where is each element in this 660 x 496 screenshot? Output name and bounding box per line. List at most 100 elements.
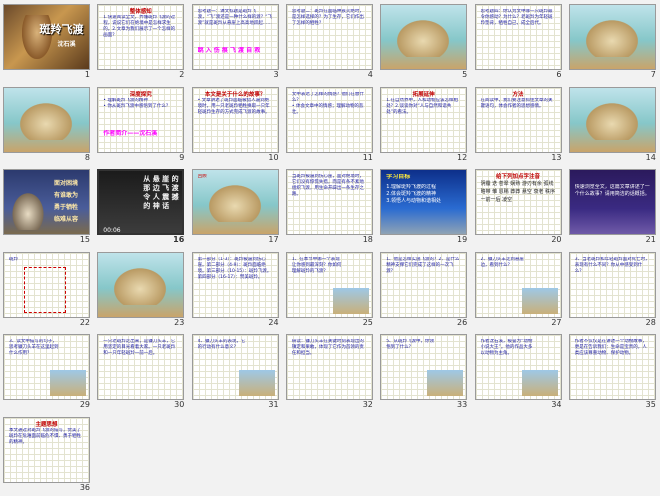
slide-text: 2、镰刀头羊走到悬崖边，看到什么？: [480, 256, 524, 268]
slide-text: 思考题一：课文标题是斑羚飞渡，“飞”渡还是一种什么样的渡？“飞渡”就是斑羚从悬崖…: [197, 9, 273, 26]
slide-thumbnail-35[interactable]: 作者不仅仅是在讲述一个动物故事，更是在告诉我们：生命是宝贵的，人类应该尊重动物、…: [566, 331, 660, 413]
slide-preview[interactable]: 2、镰刀头羊走到悬崖边，看到什么？: [474, 251, 562, 318]
slide-preview[interactable]: 作者沈石溪，被誉为“动物小说大王”。他的作品大多以动物为主角。: [474, 334, 562, 400]
slide-preview[interactable]: 快速浏览全文，这篇文章讲述了一个什么故事？请用简洁的话概括。: [568, 169, 656, 235]
slide-text: • 文章讲述了斑羚面临被猎人逼到绝境时，用一只老斑羚牺牲换取一只年轻斑羚生存的方…: [197, 97, 270, 115]
slide-preview[interactable]: 面对困境 有谁敢为 勇于牺牲 临难从容: [3, 169, 90, 235]
slide-preview[interactable]: 思考题二：斑羚在面临种族灭绝时，是怎样选择的？为了生存，它们作出了怎样的牺牲？: [285, 4, 373, 70]
slide-preview[interactable]: 当斑羚被逼到伤心崖，面对绝境时，它们没有惊慌失措，而是有条不紊地组织飞渡，用生命…: [285, 169, 373, 235]
slide-preview[interactable]: 文中表达了怎样的情感？他们在想什么？ • 体会文章中的情感；理解动物的悲壮。: [285, 86, 373, 153]
slide-preview[interactable]: 本文是关于什么的故事？ • 文章讲述了斑羚面临被猎人逼到绝境时，用一只老斑羚牺牲换…: [191, 86, 279, 153]
slide-number: 28: [645, 317, 656, 327]
slide-thumbnail-19[interactable]: 学习目标 1.理解斑羚飞渡的过程 2.体会斑羚飞渡的精神 3.领悟人与动物和谐相处…: [377, 166, 471, 248]
slide-preview[interactable]: 1、在本节中哪一个表现让你感到最深刻？你如何理解斑羚的飞渡？: [285, 251, 373, 318]
slide-thumbnail-17[interactable]: 回顾 17: [189, 166, 283, 248]
slide-preview[interactable]: 斑羚飞渡 沈石溪: [3, 4, 90, 70]
slide-preview[interactable]: 拓展延伸 1.在自然界中，人和动物应该怎样相处？2.谈谈你对“人与自然和谐共处”的…: [380, 86, 468, 153]
slide-preview[interactable]: 深度探究 • 理解斑羚飞渡的精神 • 你从斑羚飞渡中感悟到了什么？ 作者简介——沈石…: [97, 86, 185, 153]
slide-preview[interactable]: 3、读文中描写的句子，思考镰刀头羊在这里起到什么作用？: [3, 334, 90, 400]
slide-thumbnail-15[interactable]: 面对困境 有谁敢为 勇于牺牲 临难从容 15: [0, 166, 94, 248]
slide-text: 3、读文中描写的句子，思考镰刀头羊在这里起到什么作用？: [9, 339, 59, 356]
slide-thumbnail-22[interactable]: 斑羚 22: [0, 249, 94, 331]
slide-text: 1.在自然界中，人和动物应该怎样相处？2.谈谈你对“人与自然和谐共处”的看法。: [386, 97, 458, 115]
slide-preview[interactable]: 作者不仅仅是在讲述一个动物故事，更是在告诉我们：生命是宝贵的，人类应该尊重动物、…: [568, 334, 656, 400]
slide-preview[interactable]: [568, 4, 656, 70]
slide-thumbnail-23[interactable]: 23: [94, 249, 188, 331]
slide-author: 沈石溪: [57, 41, 76, 48]
antelope-photo: [427, 370, 464, 396]
slide-text: 4、镰刀头羊的表现，它的行动有什么意义？: [197, 339, 246, 350]
slide-number: 19: [457, 235, 468, 244]
slide-text: 当斑羚被逼到伤心崖，面对绝境时，它们没有惊慌失措，而是有条不紊地组织飞渡，用生命…: [291, 174, 364, 197]
slide-thumbnail-27[interactable]: 2、镰刀头羊走到悬崖边，看到什么？ 27: [472, 249, 566, 331]
slide-thumbnail-21[interactable]: 快速浏览全文，这篇文章讲述了一个什么故事？请用简洁的话概括。 21: [566, 166, 660, 248]
slide-preview[interactable]: 1、他是怎样实施飞渡的？2、是什么精神支撑它们完成了这样的一次飞渡？: [380, 251, 468, 318]
slide-thumbnail-30[interactable]: 一只老斑羚走出来，是镰刀头羊，它用坚定的目光看着大家。一只老斑羚和一只年轻斑羚一…: [94, 331, 188, 413]
slide-preview[interactable]: 4、镰刀头羊的表现，它的行动有什么意义？: [191, 334, 279, 400]
slide-preview[interactable]: 一只老斑羚走出来，是镰刀头羊，它用坚定的目光看着大家。一只老斑羚和一只年轻斑羚一…: [97, 334, 185, 400]
slide-preview[interactable]: 从 悬 崖 的 那 边 飞 渡 令 人 震 撼 的 神 话 00:06: [97, 169, 185, 235]
slide-thumbnail-34[interactable]: 作者沈石溪，被誉为“动物小说大王”。他的作品大多以动物为主角。 34: [472, 331, 566, 413]
slide-thumbnail-18[interactable]: 当斑羚被逼到伤心崖，面对绝境时，它们没有惊慌失措，而是有条不紊地组织飞渡，用生命…: [283, 166, 377, 248]
slide-preview[interactable]: 主题思想 本文通过对斑羚飞渡的描写，赞美了斑羚在危难面前临危不惧、勇于牺牲的精神。: [3, 416, 90, 483]
slide-thumbnail-3[interactable]: 思考题一：课文标题是斑羚飞渡，“飞”渡还是一种什么样的渡？“飞渡”就是斑羚从悬崖…: [189, 1, 283, 83]
slide-preview[interactable]: 第一部分（1-3）：斑羚被逼到伤心崖。第二部分（4-9）：斑羚面临绝境。第三部分…: [191, 251, 279, 318]
slide-preview[interactable]: 学习目标 1.理解斑羚飞渡的过程 2.体会斑羚飞渡的精神 3.领悟人与动物和谐相处: [380, 169, 468, 235]
slide-thumbnail-10[interactable]: 本文是关于什么的故事？ • 文章讲述了斑羚面临被猎人逼到绝境时，用一只老斑羚牺牲换…: [189, 84, 283, 166]
slide-thumbnail-14[interactable]: 14: [566, 84, 660, 166]
slide-preview[interactable]: [97, 251, 185, 318]
slide-text: 作者不仅仅是在讲述一个动物故事，更是在告诉我们：生命是宝贵的，人类应该尊重动物、…: [574, 339, 647, 356]
slide-preview[interactable]: [568, 86, 656, 153]
slide-accent-text: 跳 入 伤 痕 飞 渡 自 救: [197, 47, 261, 54]
slide-thumbnail-7[interactable]: 7: [566, 1, 660, 83]
slide-thumbnail-36[interactable]: 主题思想 本文通过对斑羚飞渡的描写，赞美了斑羚在危难面前临危不惧、勇于牺牲的精神。…: [0, 414, 94, 496]
slide-preview[interactable]: 研读：镰刀头羊在关键时刻表现出的镇定和果敢，体现了它作为首领的责任和担当。: [285, 334, 373, 400]
slide-thumbnail-6[interactable]: 思考题四：你认为文中哪一只斑羚最令你感动？为什么？老斑羚为年轻斑羚垫背，牺牲自己…: [472, 1, 566, 83]
slide-preview[interactable]: 3、当老斑羚和年轻斑羚面对死亡时，表现有什么不同？你从中感受到什么？: [568, 251, 656, 318]
slide-title: 本文是关于什么的故事？: [204, 91, 266, 98]
slide-thumbnail-16[interactable]: 从 悬 崖 的 那 边 飞 渡 令 人 震 撼 的 神 话 00:06 16: [94, 166, 188, 248]
slide-thumbnail-26[interactable]: 1、他是怎样实施飞渡的？2、是什么精神支撑它们完成了这样的一次飞渡？ 26: [377, 249, 471, 331]
antelope-photo: [332, 287, 369, 314]
slide-number: 8: [84, 152, 90, 162]
slide-thumbnail-8[interactable]: 8: [0, 84, 94, 166]
slide-thumbnail-28[interactable]: 3、当老斑羚和年轻斑羚面对死亡时，表现有什么不同？你从中感受到什么？ 28: [566, 249, 660, 331]
slide-preview[interactable]: 回顾: [191, 169, 279, 235]
slide-preview[interactable]: 整体感知 1.快速阅读全文，弄懂斑羚飞渡的过程，说说它们在绝境中是怎样求生的。2.…: [97, 4, 185, 70]
slide-thumbnail-33[interactable]: 5、从斑羚飞渡中，你领悟到了什么？ 33: [377, 331, 471, 413]
slide-preview[interactable]: 斑羚: [3, 251, 90, 318]
slide-thumbnail-31[interactable]: 4、镰刀头羊的表现，它的行动有什么意义？ 31: [189, 331, 283, 413]
slide-thumbnail-29[interactable]: 3、读文中描写的句子，思考镰刀头羊在这里起到什么作用？ 29: [0, 331, 94, 413]
slide-thumbnail-9[interactable]: 深度探究 • 理解斑羚飞渡的精神 • 你从斑羚飞渡中感悟到了什么？ 作者简介——沈石…: [94, 84, 188, 166]
slide-text: 在阅读中，我们要注意抓住文章的关键语句，体会作者的思想感情。: [480, 97, 553, 109]
slide-thumbnail-13[interactable]: 方法 在阅读中，我们要注意抓住文章的关键语句，体会作者的思想感情。 13: [472, 84, 566, 166]
slide-title: 深度探究: [129, 91, 152, 98]
slide-preview[interactable]: 思考题一：课文标题是斑羚飞渡，“飞”渡还是一种什么样的渡？“飞渡”就是斑羚从悬崖…: [191, 4, 279, 70]
slide-thumbnail-24[interactable]: 第一部分（1-3）：斑羚被逼到伤心崖。第二部分（4-9）：斑羚面临绝境。第三部分…: [189, 249, 283, 331]
slide-thumbnail-2[interactable]: 整体感知 1.快速阅读全文，弄懂斑羚飞渡的过程，说说它们在绝境中是怎样求生的。2.…: [94, 1, 188, 83]
slide-number: 20: [551, 235, 562, 244]
slide-preview[interactable]: [3, 86, 90, 153]
slide-thumbnail-12[interactable]: 拓展延伸 1.在自然界中，人和动物应该怎样相处？2.谈谈你对“人与自然和谐共处”的…: [377, 84, 471, 166]
antelope-photo: [238, 370, 275, 396]
slide-thumbnail-25[interactable]: 1、在本节中哪一个表现让你感到最深刻？你如何理解斑羚的飞渡？ 25: [283, 249, 377, 331]
slide-text: 思考题二：斑羚在面临种族灭绝时，是怎样选择的？为了生存，它们作出了怎样的牺牲？: [291, 9, 364, 26]
slide-thumbnail-4[interactable]: 思考题二：斑羚在面临种族灭绝时，是怎样选择的？为了生存，它们作出了怎样的牺牲？ 4: [283, 1, 377, 83]
slide-number: 7: [650, 70, 656, 79]
slide-thumbnail-20[interactable]: 给下列加点字注音 阴霾 迭 苍翠 娴熟 游刃有余 弧线 略带 雏 恩赐 莽莽 悬空…: [472, 166, 566, 248]
slide-preview[interactable]: 思考题四：你认为文中哪一只斑羚最令你感动？为什么？老斑羚为年轻斑羚垫背，牺牲自己…: [474, 4, 562, 70]
slide-text: 回顾: [197, 174, 207, 179]
slide-preview[interactable]: 5、从斑羚飞渡中，你领悟到了什么？: [380, 334, 468, 400]
illustration-image: [204, 182, 265, 222]
slide-thumbnail-5[interactable]: 5: [377, 1, 471, 83]
slide-thumbnail-1[interactable]: 斑羚飞渡 沈石溪 1: [0, 1, 94, 83]
slide-preview[interactable]: [380, 4, 468, 70]
slide-thumbnail-32[interactable]: 研读：镰刀头羊在关键时刻表现出的镇定和果敢，体现了它作为首领的责任和担当。 32: [283, 331, 377, 413]
slide-preview[interactable]: 方法 在阅读中，我们要注意抓住文章的关键语句，体会作者的思想感情。: [474, 86, 562, 153]
illustration-image: [581, 99, 642, 140]
illustration-image: [393, 17, 454, 57]
slide-number: 18: [362, 235, 373, 244]
slide-preview[interactable]: 给下列加点字注音 阴霾 迭 苍翠 娴熟 游刃有余 弧线 略带 雏 恩赐 莽莽 悬空…: [474, 169, 562, 235]
slide-thumbnail-11[interactable]: 文中表达了怎样的情感？他们在想什么？ • 体会文章中的情感；理解动物的悲壮。 11: [283, 84, 377, 166]
slide-text: 一只老斑羚走出来，是镰刀头羊，它用坚定的目光看着大家。一只老斑羚和一只年轻斑羚一…: [103, 339, 176, 356]
